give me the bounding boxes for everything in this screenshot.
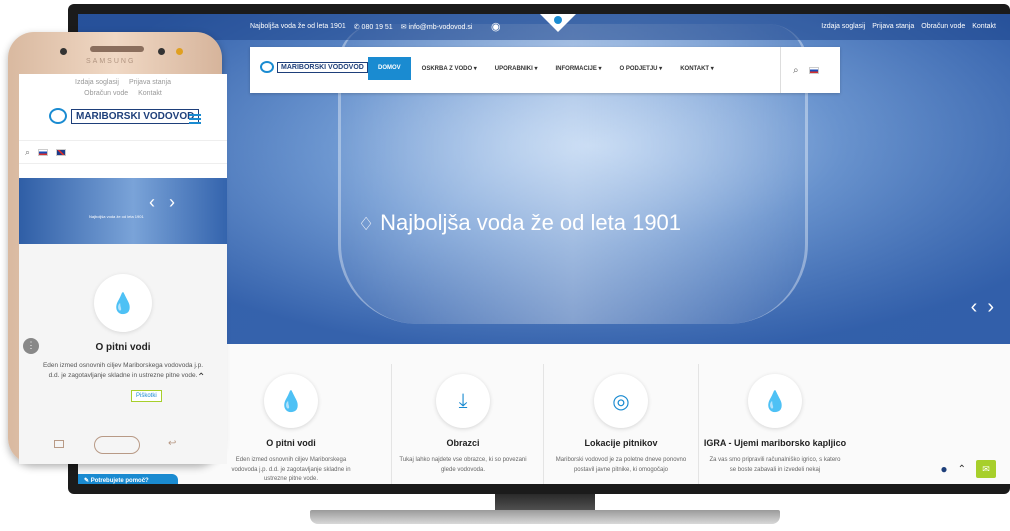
hamburger-menu-icon[interactable] <box>189 114 201 126</box>
home-button[interactable] <box>94 436 140 454</box>
mobile-link-kontakt[interactable]: Kontakt <box>138 90 162 97</box>
nav-item-domov[interactable]: DOMOV <box>368 57 411 80</box>
language-flag-icon[interactable] <box>808 66 819 74</box>
sensor-icon <box>176 48 183 55</box>
mobile-feature-title: O pitni vodi <box>95 342 151 353</box>
language-flag-en-icon[interactable] <box>56 148 67 156</box>
feature-card-lokacije[interactable]: ◎ Lokacije pitnikov Mariborski vodovod j… <box>546 344 696 484</box>
download-icon: ⤓ <box>436 374 490 428</box>
drops-icon: 💧 <box>94 274 152 332</box>
search-icon[interactable]: ⌕ <box>793 65 799 76</box>
site-logo[interactable]: MARIBORSKI VODOVOD <box>260 61 368 73</box>
speaker-grille <box>90 46 144 52</box>
logo-emblem-icon <box>49 108 67 124</box>
divider <box>543 364 544 484</box>
more-options-icon[interactable]: ⋮ <box>23 338 39 354</box>
mobile-top-links: Izdaja soglasij Prijava stanja Obračun v… <box>19 74 227 99</box>
location-pin-icon: ◎ <box>594 374 648 428</box>
feature-title: Obrazci <box>446 438 480 448</box>
recent-apps-icon[interactable] <box>54 440 64 448</box>
nav-item-o-podjetju[interactable]: O PODJETJU ▾ <box>613 57 670 80</box>
mobile-site-logo[interactable]: MARIBORSKI VODOVOD <box>49 108 200 124</box>
mobile-link-soglasja[interactable]: Izdaja soglasij <box>75 79 119 86</box>
mobile-feature-description: Eden izmed osnovnih ciljev Mariborskega … <box>42 362 204 380</box>
nav-item-kontakt[interactable]: KONTAKT ▾ <box>673 57 721 80</box>
main-navigation: MARIBORSKI VODOVOD DOMOV OSKRBA Z VODO ▾… <box>250 47 840 93</box>
slider-next-button[interactable]: › <box>987 296 994 319</box>
chat-icon: ✎ <box>84 478 90 484</box>
monitor-stand <box>310 494 780 528</box>
feature-title: Lokacije pitnikov <box>584 438 658 448</box>
topbar-link-soglasja[interactable]: Izdaja soglasij <box>821 23 865 30</box>
logo-emblem-icon <box>260 61 274 73</box>
water-drop-icon: 💧 <box>748 374 802 428</box>
feature-card-igra[interactable]: 💧 IGRA - Ujemi mariborsko kapljico Za va… <box>700 344 850 484</box>
feature-title: IGRA - Ujemi mariborsko kapljico <box>703 438 847 448</box>
mobile-slider-next-button[interactable]: › <box>169 192 175 213</box>
feature-card-obrazci[interactable]: ⤓ Obrazci Tukaj lahko najdete vse obrazc… <box>388 344 538 484</box>
nav-item-oskrba[interactable]: OSKRBA Z VODO ▾ <box>415 57 484 80</box>
mobile-link-obracun[interactable]: Obračun vode <box>84 90 128 97</box>
phone-screen: Izdaja soglasij Prijava stanja Obračun v… <box>19 74 227 464</box>
hero-title: ♢ Najboljša voda že od leta 1901 <box>358 210 682 235</box>
mobile-feature-card: 💧 O pitni vodi Eden izmed osnovnih cilje… <box>19 244 227 464</box>
water-drop-icon: ♢ <box>358 214 375 234</box>
nav-item-uporabniki[interactable]: UPORABNIKI ▾ <box>488 57 545 80</box>
feature-title: O pitni vodi <box>266 438 316 448</box>
back-icon[interactable]: ↩ <box>168 438 176 449</box>
newsletter-mail-icon[interactable]: ✉ <box>976 460 996 478</box>
feature-description: Tukaj lahko najdete vse obrazce, ki so p… <box>399 457 527 473</box>
mobile-link-prijava[interactable]: Prijava stanja <box>129 79 171 86</box>
language-flag-ru-icon[interactable] <box>38 148 49 156</box>
feature-card-pitna-voda[interactable]: 💧 O pitni vodi Eden izmed osnovnih cilje… <box>216 344 366 484</box>
slider-prev-button[interactable]: ‹ <box>971 296 978 319</box>
front-camera-icon <box>60 48 67 55</box>
feature-description: Eden izmed osnovnih ciljev Mariborskega … <box>231 457 351 483</box>
cookie-button[interactable]: Piškotki <box>131 390 162 402</box>
mobile-slider-prev-button[interactable]: ‹ <box>149 192 155 213</box>
dropdown-chevron-icon[interactable] <box>540 14 576 34</box>
scroll-up-icon[interactable]: ⌃ <box>197 372 205 383</box>
sensor-icon <box>158 48 165 55</box>
feature-description: Mariborski vodovod je za poletne dneve p… <box>555 457 687 473</box>
scroll-up-icon[interactable]: ⌃ <box>958 464 966 475</box>
mobile-hero-title: Najboljša voda že od leta 1901 <box>89 214 144 219</box>
topbar-link-kontakt[interactable]: Kontakt <box>972 23 996 30</box>
feature-description: Za vas smo pripravili računalniško igric… <box>709 457 841 473</box>
accessibility-eye-icon[interactable]: ◉ <box>491 20 501 33</box>
topbar-phone[interactable]: ✆ 080 19 51 <box>354 23 393 31</box>
search-icon[interactable]: ⌕ <box>25 147 30 158</box>
help-button[interactable]: ✎ Potrebujete pomoč? <box>78 474 178 484</box>
drops-icon: 💧 <box>264 374 318 428</box>
phone-brand: SAMSUNG <box>86 58 136 65</box>
kapljica-drop-icon[interactable]: ● <box>940 462 947 476</box>
topbar-tagline: Najboljša voda že od leta 1901 <box>250 23 346 30</box>
mobile-hero-banner: Najboljša voda že od leta 1901 ‹ › <box>19 178 227 244</box>
mobile-search-bar: ⌕ <box>19 140 227 164</box>
divider <box>698 364 699 484</box>
topbar-email[interactable]: ✉ info@mb-vodovod.si <box>401 23 473 31</box>
nav-item-informacije[interactable]: INFORMACIJE ▾ <box>548 57 608 80</box>
topbar-link-prijava[interactable]: Prijava stanja <box>872 23 914 30</box>
phone-device: SAMSUNG Izdaja soglasij Prijava stanja O… <box>8 32 227 464</box>
topbar-link-obracun[interactable]: Obračun vode <box>921 23 965 30</box>
